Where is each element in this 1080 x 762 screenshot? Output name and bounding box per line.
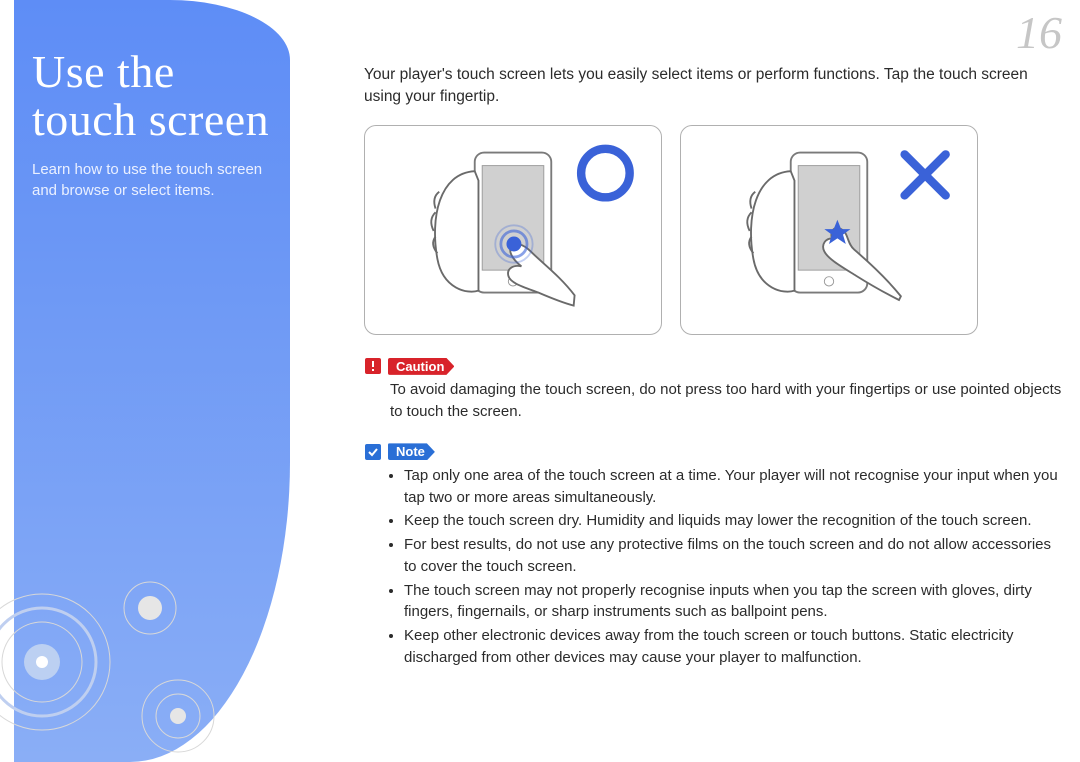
sidebar-subtitle: Learn how to use the touch screen and br…	[32, 159, 272, 201]
incorrect-mark-icon	[905, 155, 946, 196]
caution-text: To avoid damaging the touch screen, do n…	[390, 379, 1064, 423]
list-item: The touch screen may not properly recogn…	[404, 580, 1064, 624]
caution-label: Caution	[388, 358, 454, 375]
figure-incorrect	[680, 125, 978, 335]
list-item: Keep other electronic devices away from …	[404, 625, 1064, 669]
figure-row	[364, 125, 1064, 335]
page-number: 16	[1016, 6, 1062, 59]
note-list: Tap only one area of the touch screen at…	[390, 465, 1064, 669]
decorative-circles	[0, 542, 250, 762]
figure-correct	[364, 125, 662, 335]
note-label: Note	[388, 443, 435, 460]
list-item: For best results, do not use any protect…	[404, 534, 1064, 578]
sidebar-title-line1: Use the	[32, 46, 175, 97]
main-content: Your player's touch screen lets you easi…	[364, 64, 1064, 689]
intro-text: Your player's touch screen lets you easi…	[364, 64, 1064, 107]
caution-block: Caution To avoid damaging the touch scre…	[364, 357, 1064, 423]
correct-mark-icon	[581, 149, 630, 198]
note-block: Note Tap only one area of the touch scre…	[364, 443, 1064, 669]
note-icon	[364, 443, 382, 461]
sidebar-title: Use the touch screen	[32, 48, 272, 145]
list-item: Keep the touch screen dry. Humidity and …	[404, 510, 1064, 532]
caution-icon	[364, 357, 382, 375]
list-item: Tap only one area of the touch screen at…	[404, 465, 1064, 509]
sidebar-title-line2: touch screen	[32, 94, 269, 145]
